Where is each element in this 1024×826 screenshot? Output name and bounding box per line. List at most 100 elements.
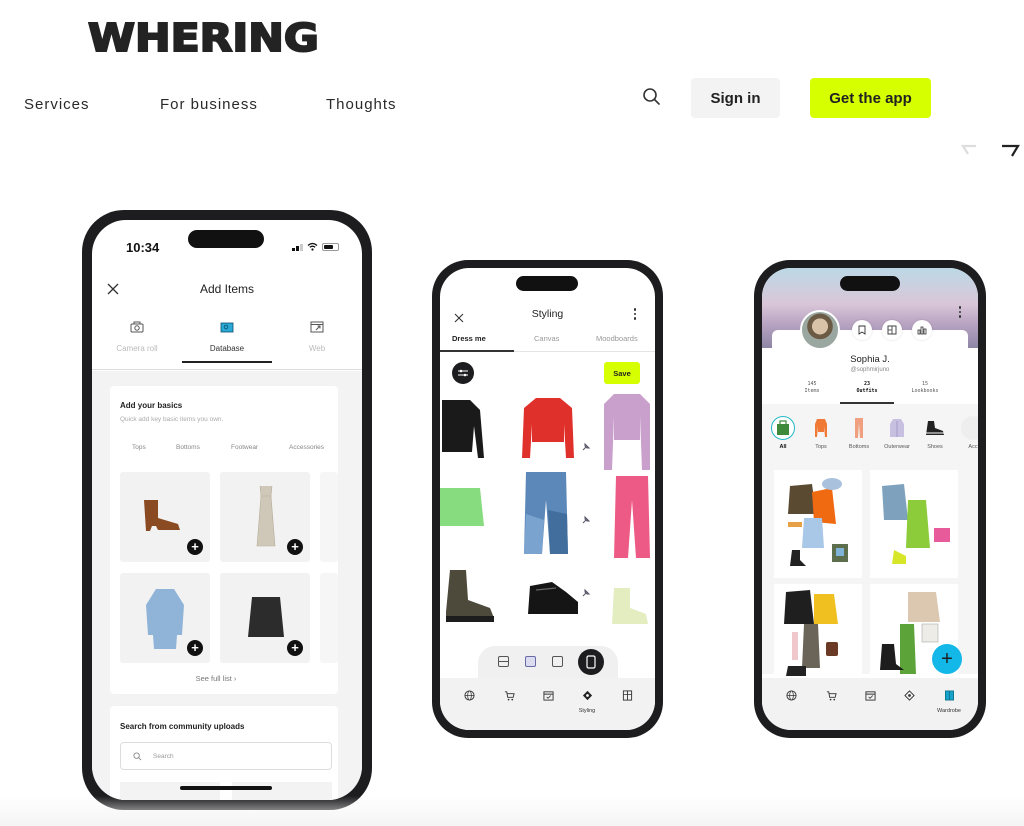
home-indicator: [180, 786, 272, 790]
category-bottoms[interactable]: Bottoms: [176, 444, 200, 451]
filter-button[interactable]: [452, 362, 474, 384]
item-tile-partial[interactable]: [320, 472, 338, 562]
stat-label: Items: [804, 388, 820, 394]
category-footwear[interactable]: Footwear: [231, 444, 258, 451]
item-black-chunky-sneakers[interactable]: [526, 580, 580, 616]
dynamic-island: [188, 230, 264, 248]
insights-button[interactable]: [912, 320, 932, 340]
category-accessories[interactable]: Accessories: [289, 444, 324, 451]
tab-label: Web: [308, 344, 326, 353]
nav-link-thoughts[interactable]: Thoughts: [326, 96, 397, 113]
saved-button[interactable]: [852, 320, 872, 340]
tab-dress-me[interactable]: Dress me: [452, 334, 486, 343]
add-item-button[interactable]: +: [187, 539, 203, 555]
view-three-rows-button[interactable]: [525, 656, 536, 667]
item-tile-partial[interactable]: [320, 573, 338, 663]
pin-icon[interactable]: [581, 442, 591, 452]
outfit-card[interactable]: [774, 584, 862, 692]
add-outfit-button[interactable]: +: [932, 644, 962, 674]
globe-icon: [463, 690, 475, 701]
item-red-knit-top[interactable]: [520, 396, 576, 460]
get-the-app-button[interactable]: Get the app: [810, 78, 931, 118]
tab-camera-roll[interactable]: Camera roll: [92, 320, 182, 353]
item-green-mini-skirt[interactable]: [440, 486, 486, 528]
nav-shop[interactable]: [816, 688, 846, 706]
item-tile[interactable]: +: [220, 472, 310, 562]
item-tile[interactable]: +: [120, 472, 210, 562]
bookmark-icon: [858, 325, 866, 335]
category-tops[interactable]: Tops: [806, 416, 836, 450]
nav-explore[interactable]: [776, 688, 806, 706]
tab-database[interactable]: Database: [182, 320, 272, 363]
source-tabs: Camera roll Database Web: [92, 320, 362, 370]
nav-link-for-business[interactable]: For business: [160, 96, 258, 113]
nav-planner[interactable]: [533, 688, 563, 706]
bottom-fade: [0, 796, 1024, 826]
avatar[interactable]: [800, 310, 840, 350]
profile-handle: @sophmirjuno: [850, 367, 890, 373]
arrow-right-icon: [1002, 144, 1020, 157]
more-options-button[interactable]: [633, 308, 637, 322]
tab-moodboards[interactable]: Moodboards: [596, 334, 638, 343]
tab-canvas[interactable]: Canvas: [534, 334, 559, 343]
nav-styling[interactable]: Styling: [572, 688, 602, 714]
outfit-card[interactable]: [774, 470, 862, 578]
view-four-rows-button[interactable]: [552, 656, 563, 667]
stat-label: Outfits: [856, 388, 878, 394]
add-item-button[interactable]: +: [287, 539, 303, 555]
stat-outfits[interactable]: 23 Outfits: [847, 381, 887, 395]
nav-wardrobe[interactable]: Wardrobe: [934, 688, 964, 714]
item-pink-trousers[interactable]: [612, 474, 652, 560]
outfit-card[interactable]: [870, 584, 958, 692]
category-shoes[interactable]: Shoes: [920, 416, 950, 450]
item-black-cardigan[interactable]: [440, 396, 486, 460]
category-outerwear[interactable]: Outerwear: [882, 416, 912, 450]
tab-web[interactable]: Web: [272, 320, 362, 353]
nav-shop[interactable]: [494, 688, 524, 706]
more-options-button[interactable]: [958, 306, 962, 320]
item-lilac-cardigan[interactable]: [602, 392, 652, 472]
stat-lookbooks[interactable]: 15 Lookbooks: [902, 381, 948, 395]
view-two-rows-button[interactable]: [498, 656, 509, 667]
carousel-next-button[interactable]: [1000, 142, 1022, 158]
outfit-card[interactable]: [870, 470, 958, 578]
whering-logo[interactable]: WHERING: [87, 17, 320, 59]
item-khaki-chelsea-boots[interactable]: [444, 568, 496, 624]
stat-items[interactable]: 145 Items: [792, 381, 832, 395]
phone-screen: Styling Dress me Canvas Moodboards Save: [440, 268, 655, 730]
pin-icon[interactable]: [581, 588, 591, 598]
category-accessories[interactable]: Acc: [958, 416, 978, 450]
layout-button[interactable]: [882, 320, 902, 340]
community-search-input[interactable]: Search: [120, 742, 332, 770]
nav-explore[interactable]: [454, 688, 484, 706]
item-pale-lime-boots[interactable]: [610, 586, 650, 626]
item-tile[interactable]: +: [220, 573, 310, 663]
layout-icon: [887, 325, 897, 335]
boot-icon: [144, 500, 180, 531]
add-item-button[interactable]: +: [187, 640, 203, 656]
view-single-button[interactable]: [578, 649, 604, 675]
camera-icon: [130, 321, 144, 333]
battery-icon: [322, 242, 339, 251]
carousel-prev-button[interactable]: [958, 142, 980, 158]
sign-in-button[interactable]: Sign in: [691, 78, 780, 118]
category-bottoms[interactable]: Bottoms: [844, 416, 874, 450]
add-item-button[interactable]: +: [287, 640, 303, 656]
nav-link-services[interactable]: Services: [24, 96, 90, 113]
item-patchwork-jeans[interactable]: [522, 470, 570, 556]
category-tops[interactable]: Tops: [132, 444, 146, 451]
see-full-list-link[interactable]: See full list ›: [110, 674, 322, 683]
sneaker-icon: [926, 421, 944, 435]
nav-wardrobe[interactable]: [612, 688, 642, 706]
nav-styling[interactable]: [894, 688, 924, 706]
jacket-icon: [890, 419, 904, 437]
item-tile[interactable]: +: [120, 573, 210, 663]
category-label: Bottoms: [848, 444, 870, 450]
pin-icon[interactable]: [581, 515, 591, 525]
category-all[interactable]: All: [768, 416, 798, 450]
shirt-icon: [146, 589, 184, 649]
nav-planner[interactable]: [855, 688, 885, 706]
save-button[interactable]: Save: [604, 362, 640, 384]
category-label: Outerwear: [884, 444, 910, 450]
search-button[interactable]: [641, 86, 663, 108]
